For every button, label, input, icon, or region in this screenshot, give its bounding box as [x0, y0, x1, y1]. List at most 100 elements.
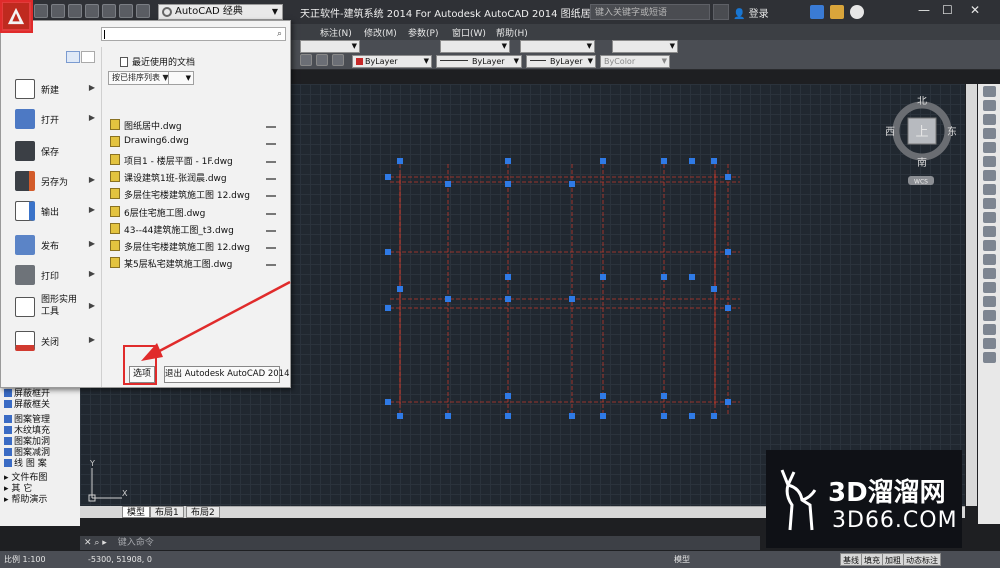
grip-point[interactable] [445, 181, 451, 187]
menu-help[interactable]: 帮助(H) [496, 26, 528, 39]
array-icon[interactable] [982, 142, 996, 153]
recent-file-item[interactable]: 项目1 - 楼层平面 - 1F.dwg [110, 152, 280, 168]
open-icon[interactable] [51, 4, 65, 18]
menu-window[interactable]: 窗口(W) [452, 26, 486, 39]
plotstyle-select[interactable]: ByColor ▼ [600, 55, 670, 68]
grip-point[interactable] [505, 296, 511, 302]
grip-point[interactable] [725, 305, 731, 311]
recent-file-item[interactable]: 多层住宅楼建筑施工图 12.dwg [110, 238, 280, 254]
menu-export[interactable]: 输出 ▶ [7, 197, 99, 225]
make-current-icon[interactable] [332, 54, 344, 66]
sort-dropdown[interactable]: 按已排序列表 ▼ [108, 71, 173, 85]
display-dropdown[interactable]: ▼ [168, 71, 194, 85]
grip-point[interactable] [711, 286, 717, 292]
pin-icon[interactable] [266, 137, 276, 146]
grip-point[interactable] [505, 274, 511, 280]
draw-circle-icon[interactable] [982, 338, 996, 349]
exchange-icon[interactable] [810, 5, 824, 19]
palette-item[interactable]: 线 图 案 [4, 456, 47, 469]
new-icon[interactable] [34, 4, 48, 18]
pin-icon[interactable] [266, 224, 276, 232]
tab-layout2[interactable]: 布局2 [186, 506, 220, 518]
menu-close[interactable]: 关闭 ▶ [7, 327, 99, 355]
grip-point[interactable] [661, 274, 667, 280]
trim-icon[interactable] [982, 212, 996, 223]
pin-icon[interactable] [266, 120, 276, 128]
user-group-icon[interactable] [830, 5, 844, 19]
vertical-scrollbar[interactable] [966, 84, 977, 506]
command-line[interactable]: ✕ ⌕ ▸ 键入命令 [80, 536, 760, 550]
binoculars-icon[interactable] [713, 4, 729, 20]
recent-file-item[interactable]: 多层住宅楼建筑施工图 12.dwg [110, 186, 280, 202]
grip-point[interactable] [445, 413, 451, 419]
explode-icon[interactable] [982, 296, 996, 307]
menu-save-as[interactable]: 另存为 ▶ [7, 167, 99, 195]
grip-point[interactable] [385, 174, 391, 180]
grip-point[interactable] [689, 158, 695, 164]
chamfer-icon[interactable] [982, 268, 996, 279]
menu-save[interactable]: 保存 [7, 137, 99, 165]
draw-line-icon[interactable] [982, 310, 996, 321]
palette-item[interactable]: 屏蔽框关 [4, 397, 50, 410]
layer-icon[interactable] [300, 54, 312, 66]
linetype-select[interactable]: ByLayer ▼ [436, 55, 522, 68]
model-space-label[interactable]: 模型 [674, 551, 690, 568]
tab-layout1[interactable]: 布局1 [150, 506, 184, 518]
recent-file-item[interactable]: 图纸居中.dwg [110, 117, 280, 133]
grip-point[interactable] [725, 399, 731, 405]
grip-point[interactable] [689, 413, 695, 419]
grip-point[interactable] [600, 158, 606, 164]
grip-point[interactable] [505, 393, 511, 399]
exit-autocad-button[interactable]: 退出 Autodesk AutoCAD 2014 [164, 366, 289, 383]
menu-new[interactable]: 新建 ▶ [7, 75, 99, 103]
scale-readout[interactable]: 比例 1:100 [4, 551, 46, 568]
recent-file-item[interactable]: 某5层私宅建筑施工图.dwg [110, 255, 280, 271]
help-icon[interactable] [850, 5, 864, 19]
menu-dimension[interactable]: 标注(N) [320, 26, 352, 39]
grip-point[interactable] [569, 296, 575, 302]
grip-point[interactable] [725, 249, 731, 255]
pin-icon[interactable] [266, 258, 276, 267]
stretch-icon[interactable] [982, 198, 996, 209]
menu-parameters[interactable]: 参数(P) [408, 26, 438, 39]
move-icon[interactable] [982, 156, 996, 167]
pin-icon[interactable] [266, 189, 276, 198]
table-style-select[interactable]: ▼ [520, 40, 595, 53]
menu-publish[interactable]: 发布 ▶ [7, 231, 99, 259]
recent-file-item[interactable]: 课设建筑1班-张润晨.dwg [110, 169, 280, 185]
break-icon[interactable] [982, 240, 996, 251]
dim-style-select[interactable]: ▼ [440, 40, 510, 53]
offset-icon[interactable] [982, 128, 996, 139]
grip-point[interactable] [397, 413, 403, 419]
join-icon[interactable] [982, 254, 996, 265]
grip-point[interactable] [445, 296, 451, 302]
grip-point[interactable] [505, 158, 511, 164]
viewcube[interactable]: 上 北 南 东 西 WCS [886, 96, 956, 186]
erase-icon[interactable] [982, 86, 996, 97]
menu-open[interactable]: 打开 ▶ [7, 105, 99, 133]
login-button[interactable]: 👤 登录 [733, 5, 769, 20]
recent-file-item[interactable]: Drawing6.dwg [110, 134, 280, 150]
open-docs-view-icon[interactable] [81, 51, 95, 63]
command-input[interactable]: 键入命令 [118, 538, 154, 548]
grip-point[interactable] [385, 399, 391, 405]
grip-point[interactable] [569, 181, 575, 187]
grip-point[interactable] [397, 158, 403, 164]
recent-docs-view-icon[interactable] [66, 51, 80, 63]
menu-search-input[interactable]: ⌕ [101, 27, 286, 41]
pin-icon[interactable] [266, 241, 276, 250]
tab-model[interactable]: 模型 [122, 506, 151, 518]
save-icon[interactable] [68, 4, 82, 18]
close-icon[interactable]: ✕ ⌕ ▸ [84, 536, 107, 550]
layer-state-icon[interactable] [316, 54, 328, 66]
pin-icon[interactable] [266, 207, 276, 215]
status-baseline[interactable]: 基线 [840, 553, 862, 566]
text-style-select[interactable]: ▼ [300, 40, 360, 53]
status-fill[interactable]: 填充 [861, 553, 883, 566]
search-input[interactable]: 键入关键字或短语 [590, 4, 710, 20]
grip-point[interactable] [661, 158, 667, 164]
undo-icon[interactable] [119, 4, 133, 18]
scale-icon[interactable] [982, 184, 996, 195]
status-bold[interactable]: 加粗 [882, 553, 904, 566]
recent-file-item[interactable]: 43--44建筑施工图_t3.dwg [110, 221, 280, 237]
